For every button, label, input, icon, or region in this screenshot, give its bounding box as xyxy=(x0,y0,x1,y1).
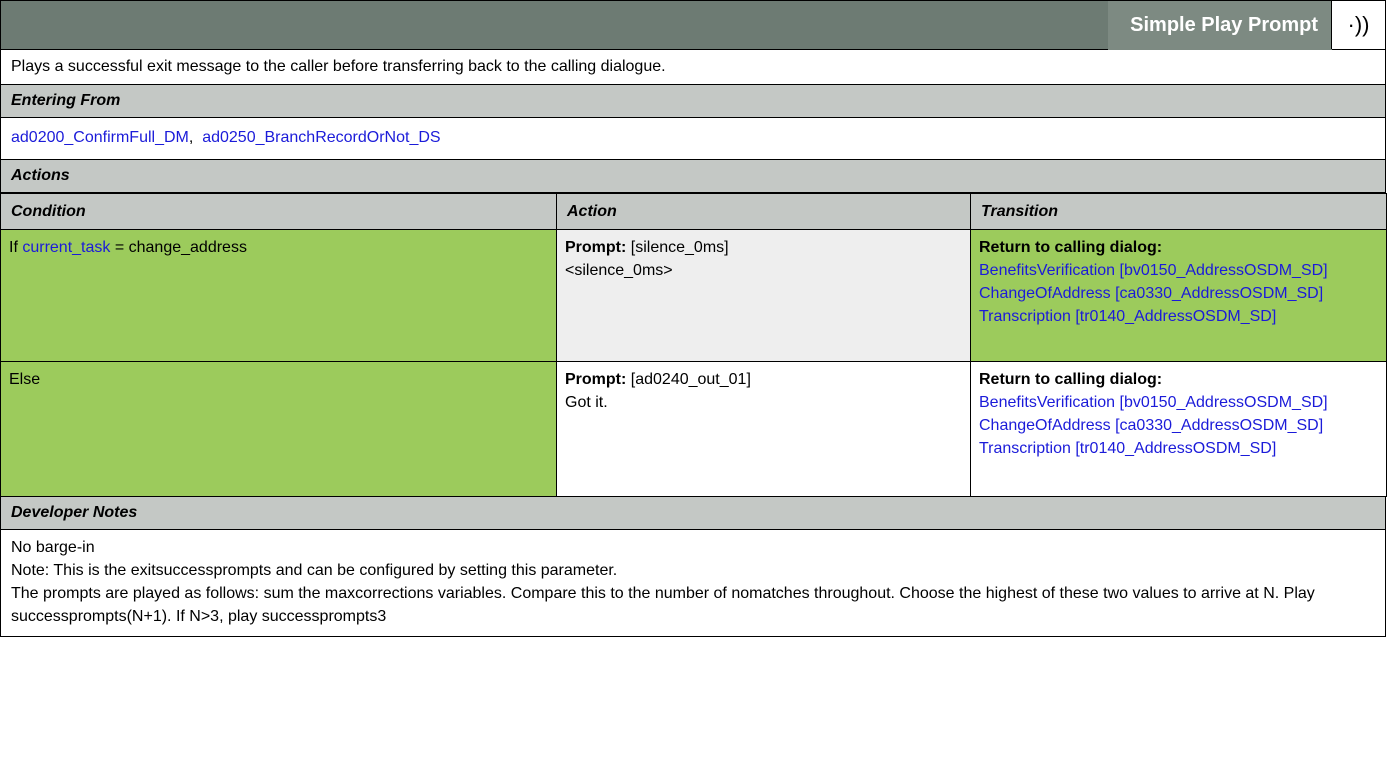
prompt-text: Got it. xyxy=(565,394,608,411)
prompt-id: [silence_0ms] xyxy=(626,239,729,256)
table-row: If current_task = change_address Prompt:… xyxy=(0,229,1387,362)
entering-link[interactable]: ad0250_BranchRecordOrNot_DS xyxy=(202,129,440,146)
table-row: Else Prompt: [ad0240_out_01] Got it. Ret… xyxy=(0,361,1387,497)
prompt-label: Prompt: xyxy=(565,371,627,388)
actions-label: Actions xyxy=(11,167,70,184)
condition-link[interactable]: current_task xyxy=(22,239,110,256)
condition-cell: Else xyxy=(0,361,557,497)
developer-notes: No barge-in Note: This is the exitsucces… xyxy=(0,530,1386,637)
transition-link[interactable]: ChangeOfAddress [ca0330_AddressOSDM_SD] xyxy=(979,417,1323,434)
description: Plays a successful exit message to the c… xyxy=(0,50,1386,85)
column-header: Action xyxy=(556,193,971,230)
developer-notes-header: Developer Notes xyxy=(0,497,1386,530)
condition-text: Else xyxy=(9,371,41,388)
title-box: Simple Play Prompt xyxy=(1108,1,1332,50)
prompt-spec-document: Simple Play Prompt ·)) Plays a successfu… xyxy=(0,0,1387,637)
column-header: Transition xyxy=(970,193,1387,230)
entering-from-label: Entering From xyxy=(11,92,121,109)
action-cell: Prompt: [silence_0ms] <silence_0ms> xyxy=(556,229,971,362)
transition-link[interactable]: ChangeOfAddress [ca0330_AddressOSDM_SD] xyxy=(979,285,1323,302)
title-bar: Simple Play Prompt ·)) xyxy=(0,0,1386,50)
condition-prefix: If xyxy=(9,239,23,256)
condition-suffix: = change_address xyxy=(110,239,247,256)
transition-link[interactable]: Transcription [tr0140_AddressOSDM_SD] xyxy=(979,440,1276,457)
speaker-icon[interactable]: ·)) xyxy=(1331,1,1385,49)
actions-table: Condition Action Transition If current_t… xyxy=(0,193,1387,497)
prompt-id: [ad0240_out_01] xyxy=(626,371,751,388)
link-separator: , xyxy=(188,129,194,146)
note-line: Note: This is the exitsuccessprompts and… xyxy=(11,562,618,579)
note-line: No barge-in xyxy=(11,539,95,556)
entering-from-header: Entering From xyxy=(0,85,1386,118)
description-text: Plays a successful exit message to the c… xyxy=(11,58,666,75)
note-line: The prompts are played as follows: sum t… xyxy=(11,585,1315,625)
transition-cell: Return to calling dialog: BenefitsVerifi… xyxy=(970,229,1387,362)
transition-link[interactable]: BenefitsVerification [bv0150_AddressOSDM… xyxy=(979,262,1328,279)
transition-cell: Return to calling dialog: BenefitsVerifi… xyxy=(970,361,1387,497)
condition-cell: If current_task = change_address xyxy=(0,229,557,362)
entering-from-links: ad0200_ConfirmFull_DM, ad0250_BranchReco… xyxy=(0,118,1386,160)
actions-table-header: Condition Action Transition xyxy=(0,193,1387,230)
developer-notes-label: Developer Notes xyxy=(11,504,138,521)
prompt-text: <silence_0ms> xyxy=(565,262,673,279)
transition-link[interactable]: BenefitsVerification [bv0150_AddressOSDM… xyxy=(979,394,1328,411)
transition-label: Return to calling dialog: xyxy=(979,239,1163,256)
action-cell: Prompt: [ad0240_out_01] Got it. xyxy=(556,361,971,497)
entering-link[interactable]: ad0200_ConfirmFull_DM xyxy=(11,129,189,146)
column-header: Condition xyxy=(0,193,557,230)
speaker-glyph: ·)) xyxy=(1347,12,1370,37)
actions-header: Actions xyxy=(0,160,1386,193)
prompt-label: Prompt: xyxy=(565,239,627,256)
transition-link[interactable]: Transcription [tr0140_AddressOSDM_SD] xyxy=(979,308,1276,325)
page-title: Simple Play Prompt xyxy=(1130,14,1318,36)
transition-label: Return to calling dialog: xyxy=(979,371,1163,388)
